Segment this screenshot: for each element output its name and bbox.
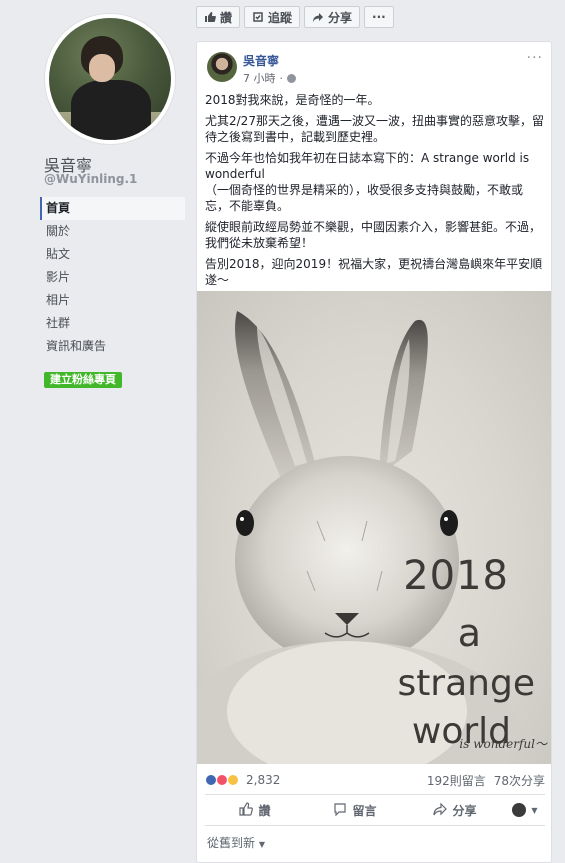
image-text-wonderful: is wonderful～ — [459, 737, 547, 751]
nav-item-community[interactable]: 社群 — [40, 312, 185, 335]
reaction-summary[interactable]: 2,832 — [205, 773, 280, 787]
like-button[interactable]: 讚 — [205, 801, 305, 819]
comment-icon — [333, 802, 347, 819]
comment-sort-dropdown[interactable]: 從舊到新 ▼ — [207, 834, 265, 851]
image-text-year: 2018 — [403, 553, 509, 599]
comment-label: 留言 — [352, 803, 377, 818]
share-icon — [312, 11, 324, 23]
share-page-button[interactable]: 分享 — [304, 6, 361, 28]
nav-item-info-ads[interactable]: 資訊和廣告 — [40, 335, 185, 358]
page-action-bar: 讚 追蹤 分享 ··· — [196, 6, 394, 28]
post-stats: 2,832 192則留言 78次分享 — [205, 771, 545, 789]
nav-item-about[interactable]: 關於 — [40, 220, 185, 243]
image-text-strange: strange — [397, 663, 535, 704]
sort-label: 從舊到新 — [207, 836, 256, 850]
follow-button[interactable]: 追蹤 — [244, 6, 301, 28]
share-icon — [433, 802, 448, 819]
sad-reaction-icon — [227, 774, 239, 786]
nav-item-home[interactable]: 首頁 — [40, 197, 185, 220]
nav-item-videos[interactable]: 影片 — [40, 266, 185, 289]
post-message: 2018對我來說，是奇怪的一年。 尤其2/27那天之後，遭遇一波又一波，扭曲事實… — [205, 92, 545, 293]
share-label: 分享 — [328, 10, 353, 25]
comment-count[interactable]: 192則留言 — [427, 772, 486, 789]
post-as-selector[interactable]: ▼ — [505, 803, 545, 817]
like-page-button[interactable]: 讚 — [196, 6, 241, 28]
share-button[interactable]: 分享 — [405, 802, 505, 819]
reaction-count: 2,832 — [246, 773, 281, 787]
caret-down-icon: ▼ — [258, 840, 265, 849]
more-label: ··· — [372, 10, 386, 24]
post-timestamp[interactable]: 7 小時 — [243, 70, 276, 86]
post-meta: 7 小時 · — [243, 70, 296, 86]
profile-picture[interactable] — [44, 13, 176, 145]
thumbs-up-icon — [204, 11, 216, 23]
create-page-button[interactable]: 建立粉絲專頁 — [44, 372, 122, 388]
avatar — [512, 803, 527, 817]
post-photo[interactable]: 2018 a strange world is wonderful～ — [197, 291, 551, 764]
more-options-button[interactable]: ··· — [364, 6, 394, 28]
post-actions: 讚 留言 分享 ▼ — [205, 794, 545, 826]
post-author-avatar[interactable] — [207, 52, 237, 82]
like-label: 讚 — [220, 10, 233, 25]
post-author-name[interactable]: 吳音寧 — [243, 52, 279, 69]
nav-item-posts[interactable]: 貼文 — [40, 243, 185, 266]
thumbs-up-icon — [239, 801, 254, 819]
globe-icon — [287, 73, 296, 83]
nav-item-photos[interactable]: 相片 — [40, 289, 185, 312]
share-count[interactable]: 78次分享 — [494, 772, 545, 789]
like-label: 讚 — [258, 803, 271, 818]
post-paragraph: 2018對我來說，是奇怪的一年。 — [205, 93, 380, 107]
image-text-a: a — [457, 611, 481, 655]
post-card: 吳音寧 7 小時 · ··· 2018對我來說，是奇怪的一年。 尤其2/27那天… — [196, 41, 552, 863]
page-handle[interactable]: @WuYinling.1 — [44, 172, 137, 186]
comment-button[interactable]: 留言 — [305, 802, 405, 819]
follow-icon — [252, 11, 264, 23]
profile-photo — [49, 18, 171, 140]
post-paragraph: 尤其2/27那天之後，遭遇一波又一波，扭曲事實的惡意攻擊，留待之後寫到書中，記載… — [205, 114, 544, 144]
chevron-down-icon: ▼ — [531, 805, 538, 815]
follow-label: 追蹤 — [268, 10, 293, 25]
page-nav: 首頁 關於 貼文 影片 相片 社群 資訊和廣告 — [40, 197, 185, 358]
post-paragraph: 縱使眼前政經局勢並不樂觀，中國因素介入，影響甚鉅。不過，我們從未放棄希望！ — [205, 220, 542, 250]
share-label: 分享 — [452, 803, 477, 818]
post-paragraph: 不過今年也恰如我年初在日誌本寫下的：A strange world is won… — [205, 151, 530, 213]
post-options-icon[interactable]: ··· — [527, 50, 543, 66]
post-paragraph: 告別2018，迎向2019！祝福大家，更祝禱台灣島嶼來年平安順遂～ — [205, 257, 543, 287]
